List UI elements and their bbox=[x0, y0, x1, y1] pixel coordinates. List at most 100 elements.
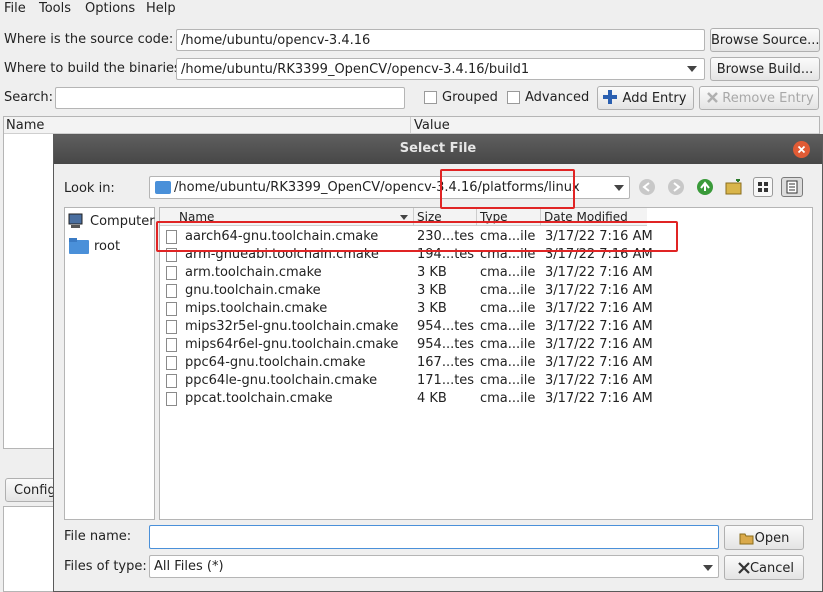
chevron-down-icon[interactable] bbox=[614, 185, 624, 191]
file-icon bbox=[166, 302, 177, 316]
forward-icon[interactable] bbox=[668, 179, 684, 195]
file-size: 954...tes bbox=[417, 319, 475, 334]
file-type: cma...ile bbox=[480, 337, 536, 352]
file-name: arm.toolchain.cmake bbox=[185, 265, 322, 280]
file-size: 3 KB bbox=[417, 265, 447, 280]
select-file-dialog: Select File Look in: /home/ubuntu/RK3399… bbox=[53, 134, 823, 592]
file-icon bbox=[166, 266, 177, 280]
file-icon bbox=[166, 320, 177, 334]
remove-icon bbox=[706, 91, 719, 104]
chevron-down-icon[interactable] bbox=[687, 66, 697, 72]
files-of-type-value: All Files (*) bbox=[154, 559, 224, 574]
file-list[interactable]: Name Size Type Date Modified aarch64-gnu… bbox=[159, 207, 813, 520]
remove-entry-button[interactable]: Remove Entry bbox=[699, 86, 819, 110]
file-icon bbox=[166, 284, 177, 298]
menu-file[interactable]: File bbox=[4, 1, 26, 16]
browse-source-button[interactable]: Browse Source... bbox=[710, 28, 820, 52]
icon-view-icon[interactable] bbox=[753, 177, 773, 197]
file-date: 3/17/22 7:16 AM bbox=[545, 391, 653, 406]
source-path-input[interactable]: /home/ubuntu/opencv-3.4.16 bbox=[176, 29, 705, 51]
file-row[interactable]: ppc64-gnu.toolchain.cmake 167...tes cma...… bbox=[160, 354, 812, 372]
file-size: 4 KB bbox=[417, 391, 447, 406]
places-sidebar: Computer root bbox=[64, 207, 155, 520]
dialog-titlebar: Select File bbox=[54, 135, 822, 164]
build-path-value: /home/ubuntu/RK3399_OpenCV/opencv-3.4.16… bbox=[181, 62, 530, 77]
file-icon bbox=[166, 356, 177, 370]
file-size: 171...tes bbox=[417, 373, 475, 388]
file-size: 954...tes bbox=[417, 337, 475, 352]
advanced-label: Advanced bbox=[525, 90, 590, 105]
menu-bar: File Tools Options Help bbox=[0, 0, 823, 20]
back-icon[interactable] bbox=[639, 179, 655, 195]
dialog-title: Select File bbox=[399, 141, 477, 156]
parent-directory-icon[interactable] bbox=[697, 179, 713, 195]
file-name: mips64r6el-gnu.toolchain.cmake bbox=[185, 337, 399, 352]
chevron-down-icon[interactable] bbox=[703, 565, 713, 571]
column-header-value[interactable]: Value bbox=[414, 118, 450, 133]
build-path-combo[interactable]: /home/ubuntu/RK3399_OpenCV/opencv-3.4.16… bbox=[176, 58, 705, 80]
sidebar-item-computer[interactable]: Computer bbox=[68, 212, 156, 232]
file-name-input[interactable] bbox=[149, 525, 719, 549]
open-button[interactable]: Open bbox=[724, 525, 804, 550]
file-date: 3/17/22 7:16 AM bbox=[545, 301, 653, 316]
menu-tools[interactable]: Tools bbox=[39, 1, 71, 16]
file-icon bbox=[166, 338, 177, 352]
open-folder-icon bbox=[739, 533, 754, 545]
sidebar-item-root[interactable]: root bbox=[68, 236, 156, 258]
file-name: ppc64-gnu.toolchain.cmake bbox=[185, 355, 366, 370]
file-name: ppc64le-gnu.toolchain.cmake bbox=[185, 373, 378, 388]
advanced-checkbox[interactable] bbox=[507, 91, 520, 104]
file-size: 3 KB bbox=[417, 301, 447, 316]
sort-arrow-icon bbox=[400, 215, 408, 220]
file-date: 3/17/22 7:16 AM bbox=[545, 283, 653, 298]
cancel-button[interactable]: Cancel bbox=[724, 555, 804, 580]
column-header-name[interactable]: Name bbox=[6, 118, 44, 133]
remove-entry-label: Remove Entry bbox=[722, 91, 814, 106]
close-icon[interactable] bbox=[793, 141, 810, 158]
file-row[interactable]: mips32r5el-gnu.toolchain.cmake 954...tes c… bbox=[160, 318, 812, 336]
file-row[interactable]: arm.toolchain.cmake 3 KB cma...ile 3/17/22 … bbox=[160, 264, 812, 282]
new-folder-icon[interactable] bbox=[725, 178, 743, 195]
file-type: cma...ile bbox=[480, 283, 536, 298]
file-row[interactable]: mips.toolchain.cmake 3 KB cma...ile 3/17/22… bbox=[160, 300, 812, 318]
cancel-icon bbox=[738, 562, 750, 574]
menu-options[interactable]: Options bbox=[85, 1, 135, 16]
folder-icon bbox=[69, 238, 89, 254]
grouped-label: Grouped bbox=[442, 90, 498, 105]
file-name: gnu.toolchain.cmake bbox=[185, 283, 321, 298]
sidebar-item-label: root bbox=[94, 239, 121, 254]
add-entry-button[interactable]: Add Entry bbox=[597, 86, 694, 110]
file-type: cma...ile bbox=[480, 319, 536, 334]
detail-view-icon[interactable] bbox=[781, 177, 803, 197]
file-row[interactable]: gnu.toolchain.cmake 3 KB cma...ile 3/17/22 … bbox=[160, 282, 812, 300]
file-row[interactable]: ppc64le-gnu.toolchain.cmake 171...tes cma.… bbox=[160, 372, 812, 390]
menu-help[interactable]: Help bbox=[146, 1, 176, 16]
file-size: 3 KB bbox=[417, 283, 447, 298]
file-date: 3/17/22 7:16 AM bbox=[545, 373, 653, 388]
column-divider bbox=[410, 117, 411, 134]
files-of-type-combo[interactable]: All Files (*) bbox=[149, 555, 719, 578]
table-header: Name Value bbox=[4, 117, 819, 134]
file-type: cma...ile bbox=[480, 391, 536, 406]
add-entry-label: Add Entry bbox=[622, 91, 687, 106]
build-label: Where to build the binaries: bbox=[4, 61, 186, 76]
file-name-label: File name: bbox=[64, 529, 132, 544]
file-name: mips32r5el-gnu.toolchain.cmake bbox=[185, 319, 399, 334]
browse-build-button[interactable]: Browse Build... bbox=[710, 57, 820, 81]
file-date: 3/17/22 7:16 AM bbox=[545, 337, 653, 352]
file-name: ppcat.toolchain.cmake bbox=[185, 391, 333, 406]
file-icon bbox=[166, 374, 177, 388]
file-date: 3/17/22 7:16 AM bbox=[545, 265, 653, 280]
file-date: 3/17/22 7:16 AM bbox=[545, 355, 653, 370]
cancel-label: Cancel bbox=[749, 561, 795, 576]
file-row[interactable]: ppcat.toolchain.cmake 4 KB cma...ile 3/17/2… bbox=[160, 390, 812, 408]
search-input[interactable] bbox=[55, 87, 405, 109]
highlight-box-path bbox=[440, 169, 575, 209]
file-date: 3/17/22 7:16 AM bbox=[545, 319, 653, 334]
file-type: cma...ile bbox=[480, 355, 536, 370]
file-row[interactable]: mips64r6el-gnu.toolchain.cmake 954...tes c… bbox=[160, 336, 812, 354]
search-label: Search: bbox=[4, 90, 54, 105]
files-of-type-label: Files of type: bbox=[64, 559, 147, 574]
grouped-checkbox[interactable] bbox=[424, 91, 437, 104]
file-size: 167...tes bbox=[417, 355, 475, 370]
